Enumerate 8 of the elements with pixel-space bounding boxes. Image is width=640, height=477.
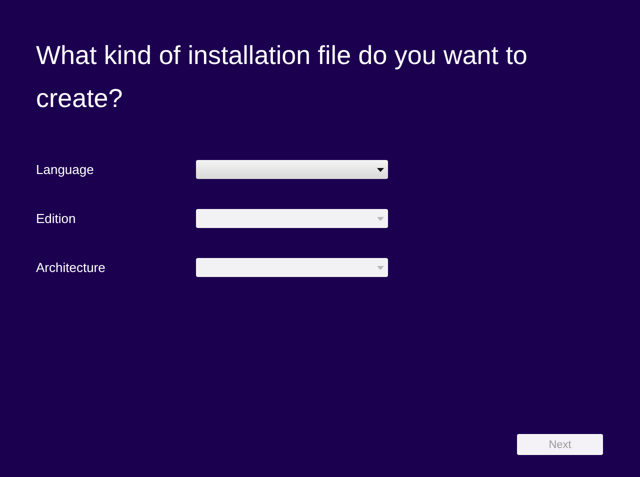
field-label: Architecture: [36, 260, 106, 275]
caret-icon: [377, 266, 384, 270]
field-label: Edition: [36, 211, 77, 226]
dropdown[interactable]: [196, 160, 388, 179]
page-title: What kind of installation file do you want to create?: [36, 39, 528, 115]
caret-icon: [377, 216, 384, 220]
field-label: Language: [36, 162, 95, 177]
caret-icon: [377, 168, 384, 172]
